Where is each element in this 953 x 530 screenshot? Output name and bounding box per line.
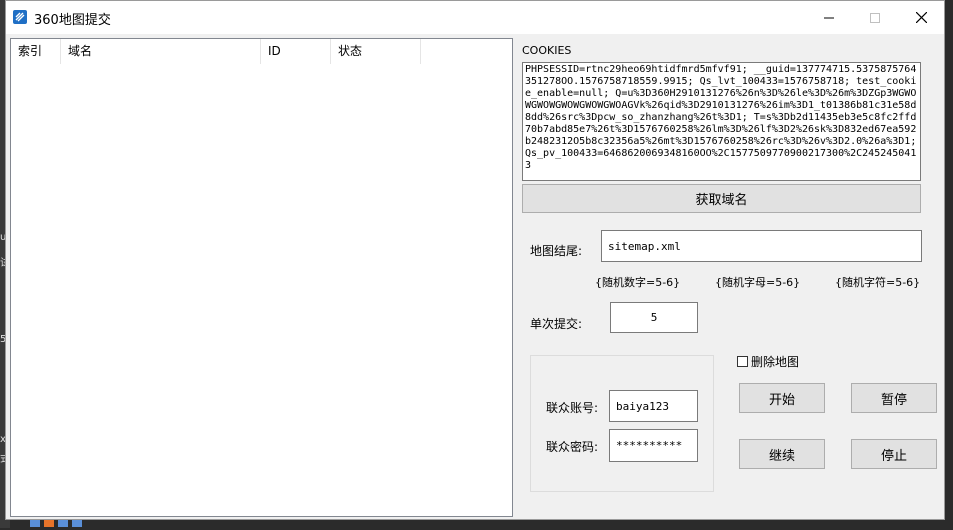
account-input[interactable]: baiya123 (609, 390, 698, 422)
column-id[interactable]: ID (261, 39, 331, 64)
sitemap-suffix-input[interactable]: sitemap.xml (601, 230, 922, 262)
column-index[interactable]: 索引 (11, 39, 61, 64)
close-button[interactable] (898, 1, 944, 34)
fetch-domains-button[interactable]: 获取域名 (522, 184, 921, 213)
window-title: 360地图提交 (34, 13, 111, 28)
password-label: 联众密码: (546, 440, 599, 454)
hint-random-chars: {随机字符=5-6} (835, 276, 921, 289)
continue-button[interactable]: 继续 (739, 439, 825, 469)
sitemap-suffix-label: 地图结尾: (530, 244, 583, 258)
app-icon (13, 10, 27, 24)
hint-random-letters: {随机字母=5-6} (715, 276, 801, 289)
maximize-icon (870, 12, 880, 23)
list-header: 索引 域名 ID 状态 (11, 39, 512, 64)
pause-button[interactable]: 暂停 (851, 383, 937, 413)
stop-button[interactable]: 停止 (851, 439, 937, 469)
cookies-textarea[interactable]: PHPSESSID=rtnc29heo69htidfmrd5mfvf91; __… (522, 62, 921, 181)
password-input[interactable]: ********** (609, 429, 698, 462)
account-label: 联众账号: (546, 401, 599, 415)
column-domain[interactable]: 域名 (61, 39, 261, 64)
delete-map-option[interactable]: 删除地图 (737, 353, 799, 370)
batch-size-label: 单次提交: (530, 317, 583, 331)
title-bar[interactable]: 360地图提交 (6, 1, 944, 34)
column-status[interactable]: 状态 (331, 39, 421, 64)
minimize-icon (824, 17, 834, 18)
minimize-button[interactable] (806, 1, 852, 34)
domain-list[interactable]: 索引 域名 ID 状态 (10, 38, 513, 517)
maximize-button[interactable] (852, 1, 898, 34)
delete-map-checkbox[interactable] (737, 356, 748, 367)
hint-random-digits: {随机数字=5-6} (595, 276, 681, 289)
close-icon (915, 12, 927, 23)
app-window: 360地图提交 索引 域名 ID 状态 COOKIES PHPSESSID=rt… (5, 0, 945, 520)
account-group (530, 355, 714, 492)
batch-size-input[interactable]: 5 (610, 302, 698, 333)
delete-map-label: 删除地图 (751, 355, 800, 369)
cookies-label: COOKIES (522, 44, 572, 57)
start-button[interactable]: 开始 (739, 383, 825, 413)
